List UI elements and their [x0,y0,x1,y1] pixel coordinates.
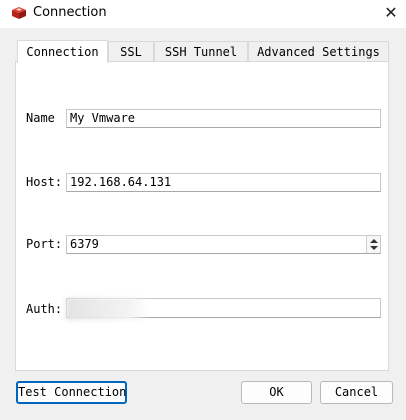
title-bar: Connection ✕ [0,0,406,28]
port-spinbox[interactable]: 6379 [66,235,381,254]
spin-down-icon[interactable] [370,246,378,250]
cancel-button[interactable]: Cancel [320,381,393,404]
port-label: Port: [26,237,63,251]
tab-ssl[interactable]: SSL [108,41,154,61]
port-spin-buttons[interactable] [366,236,380,253]
host-label: Host: [26,175,63,189]
tab-advanced-settings[interactable]: Advanced Settings [248,41,389,61]
auth-label: Auth: [26,302,63,316]
connection-panel [15,61,389,371]
tab-connection[interactable]: Connection [17,40,108,63]
name-input[interactable]: My Vmware [66,109,381,128]
close-icon[interactable]: ✕ [382,4,400,22]
window-title: Connection [33,5,107,20]
tab-ssh-tunnel[interactable]: SSH Tunnel [154,41,248,61]
port-value: 6379 [70,237,99,251]
ok-button[interactable]: OK [241,381,312,404]
test-connection-button[interactable]: Test Connection [16,381,127,404]
host-input[interactable]: 192.168.64.131 [66,173,381,192]
spin-up-icon[interactable] [370,239,378,243]
redis-logo-icon [11,5,27,21]
redacted-password-blur [66,298,150,320]
name-label: Name [26,111,55,125]
